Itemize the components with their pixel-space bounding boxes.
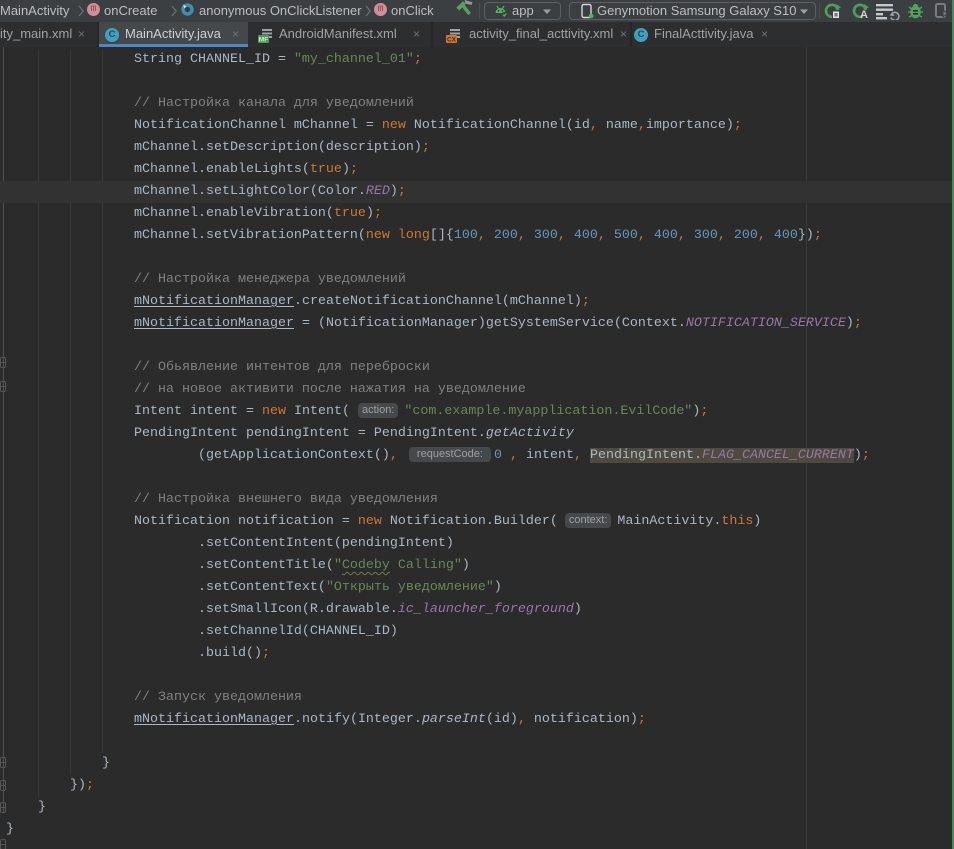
svg-text:CX: CX [447, 37, 457, 44]
svg-text:A: A [860, 9, 868, 20]
svg-text:MF: MF [259, 37, 268, 44]
